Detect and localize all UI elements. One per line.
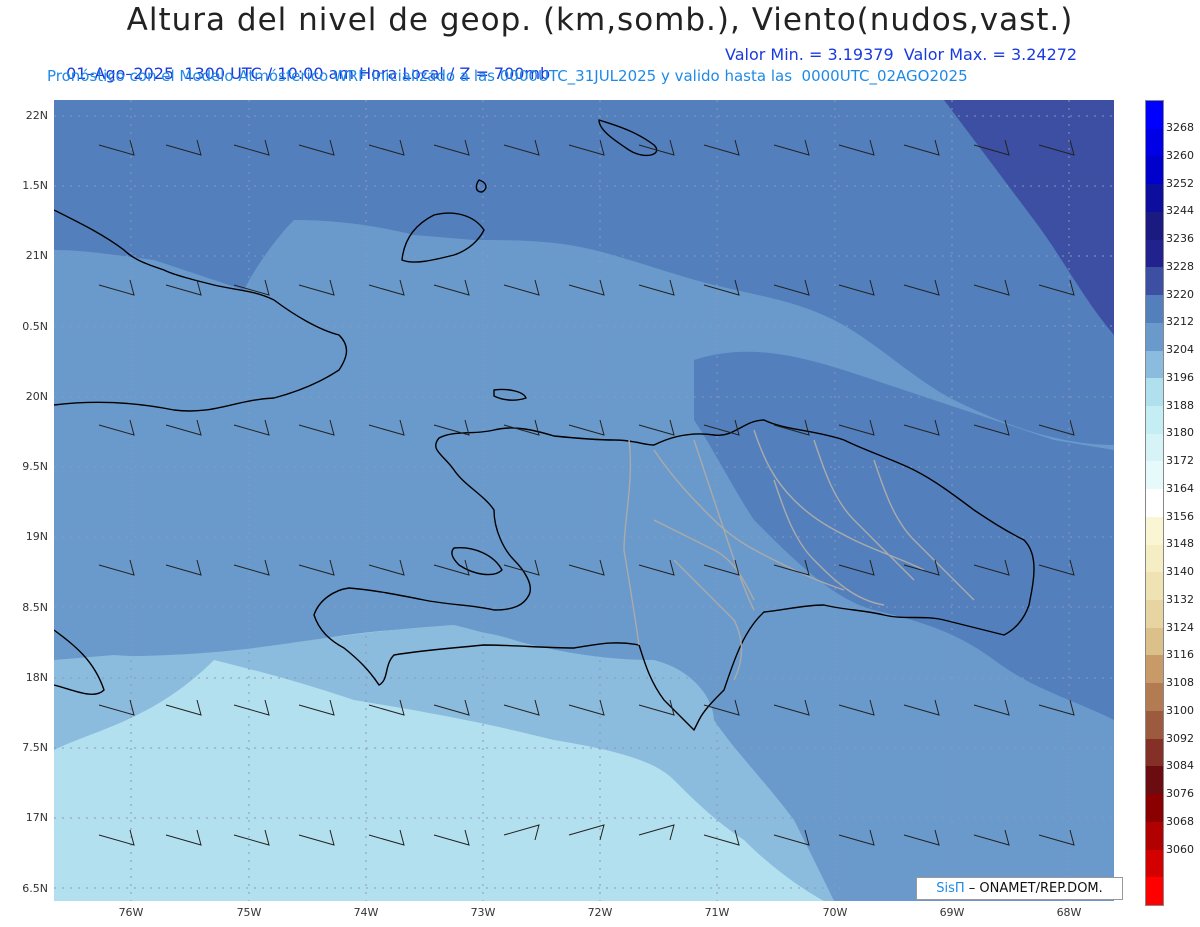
colorbar-swatch — [1146, 156, 1163, 185]
colorbar-label: 3212 — [1166, 315, 1194, 329]
colorbar-label: 3164 — [1166, 481, 1194, 495]
colorbar-swatch — [1146, 655, 1163, 684]
lat-label: 22N — [25, 109, 48, 122]
colorbar-label: 3116 — [1166, 648, 1194, 662]
colorbar-swatch — [1146, 572, 1163, 601]
lon-label: 72W — [587, 906, 613, 919]
colorbar-label: 3132 — [1166, 592, 1194, 606]
colorbar-label: 3268 — [1166, 121, 1194, 134]
colorbar-swatch — [1146, 683, 1163, 712]
colorbar-swatch — [1146, 184, 1163, 213]
colorbar-label: 3228 — [1166, 259, 1194, 273]
colorbar-label: 3204 — [1166, 343, 1194, 356]
colorbar-label: 3220 — [1166, 287, 1194, 301]
map-canvas — [54, 100, 1114, 901]
lon-label: 70W — [822, 906, 848, 919]
lon-label: 74W — [353, 906, 379, 919]
lon-label: 68W — [1056, 906, 1082, 919]
colorbar-swatch — [1146, 766, 1163, 795]
colorbar-label: 3236 — [1166, 232, 1194, 245]
colorbar-label: 3252 — [1166, 176, 1194, 190]
colorbar-swatch — [1146, 378, 1163, 407]
lat-label: 18N — [25, 671, 48, 684]
lat-label: 0.5N — [22, 320, 48, 333]
lon-label: 69W — [939, 906, 965, 919]
colorbar-swatch — [1146, 101, 1163, 130]
colorbar-swatch — [1146, 710, 1163, 740]
colorbar-label: 3076 — [1166, 787, 1194, 800]
colorbar-label: 3100 — [1166, 703, 1194, 717]
colorbar-swatch — [1146, 489, 1163, 518]
colorbar-label: 3084 — [1166, 759, 1194, 773]
lat-label: 19N — [25, 530, 48, 543]
lon-label: 75W — [236, 906, 262, 919]
colorbar-label: 3156 — [1166, 509, 1194, 523]
credit-text: – ONAMET/REP.DOM. — [964, 881, 1103, 896]
credit-box: SisΠ – ONAMET/REP.DOM. — [916, 877, 1123, 900]
colorbar-swatch — [1146, 350, 1163, 379]
colorbar-swatch — [1146, 821, 1163, 851]
lat-label: 20N — [25, 390, 48, 403]
colorbar-swatch — [1146, 627, 1163, 656]
colorbar-swatch — [1146, 211, 1163, 241]
colorbar-label: 3180 — [1166, 426, 1194, 440]
min-max-values: Valor Min. = 3.19379 Valor Max. = 3.2427… — [725, 45, 1078, 64]
lat-label: 6.5N — [22, 882, 48, 895]
map-title: Altura del nivel de geop. (km,somb.), Vi… — [126, 2, 1074, 38]
colorbar-swatch — [1146, 544, 1163, 573]
colorbar-swatch — [1146, 516, 1163, 546]
colorbar-swatch — [1146, 849, 1163, 878]
colorbar-swatch — [1146, 433, 1163, 462]
colorbar-label: 3060 — [1166, 842, 1194, 856]
colorbar-swatch — [1146, 600, 1163, 629]
colorbar-swatch — [1146, 322, 1163, 351]
lat-label: 9.5N — [22, 460, 48, 473]
lat-label: 21N — [25, 249, 48, 262]
colorbar-swatch — [1146, 738, 1163, 767]
colorbar-label: 3108 — [1166, 676, 1194, 689]
colorbar-label: 3124 — [1166, 620, 1194, 634]
colorbar-label: 3140 — [1166, 565, 1194, 578]
colorbar — [1145, 100, 1164, 906]
colorbar-label: 3172 — [1166, 454, 1194, 467]
forecast-info-line: Pronóstico con el Modelo Atmósferico WRF… — [47, 67, 968, 85]
lon-label: 71W — [704, 906, 730, 919]
colorbar-label: 3148 — [1166, 537, 1194, 551]
colorbar-swatch — [1146, 295, 1163, 324]
colorbar-label: 3188 — [1166, 398, 1194, 412]
lat-label: 17N — [25, 811, 48, 824]
colorbar-swatch — [1146, 128, 1163, 157]
colorbar-label: 3244 — [1166, 204, 1194, 218]
lat-label: 7.5N — [22, 741, 48, 754]
colorbar-swatch — [1146, 461, 1163, 490]
lat-label: 8.5N — [22, 601, 48, 614]
colorbar-label: 3068 — [1166, 814, 1194, 828]
colorbar-label: 3196 — [1166, 370, 1194, 384]
lon-label: 73W — [470, 906, 496, 919]
colorbar-swatch — [1146, 405, 1163, 435]
lon-label: 76W — [118, 906, 144, 919]
colorbar-label: 3260 — [1166, 148, 1194, 162]
colorbar-swatch — [1146, 267, 1163, 296]
colorbar-swatch — [1146, 794, 1163, 823]
colorbar-label: 3092 — [1166, 731, 1194, 745]
credit-brand: SisΠ — [936, 881, 965, 896]
colorbar-swatch — [1146, 239, 1163, 268]
colorbar-swatch — [1146, 877, 1163, 906]
lat-label: 1.5N — [22, 179, 48, 192]
